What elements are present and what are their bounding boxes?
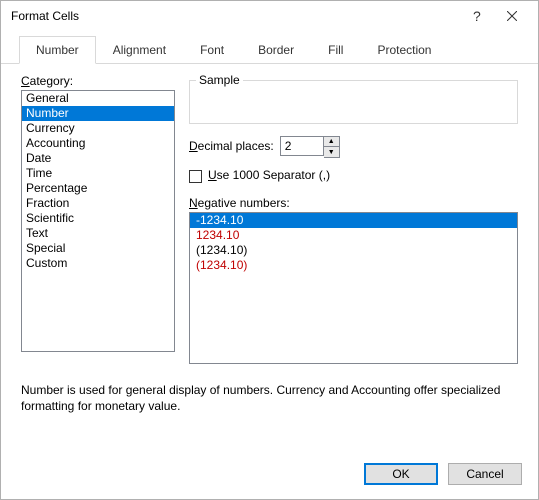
category-item[interactable]: Scientific	[22, 211, 174, 226]
tab-strip: NumberAlignmentFontBorderFillProtection	[1, 31, 538, 64]
tab-fill[interactable]: Fill	[311, 36, 360, 64]
decimal-places-spinner[interactable]: ▲ ▼	[280, 136, 340, 158]
category-item[interactable]: Accounting	[22, 136, 174, 151]
dialog-body: Category: GeneralNumberCurrencyAccountin…	[1, 64, 538, 451]
negative-format-item[interactable]: 1234.10	[190, 228, 517, 243]
sample-group: Sample	[189, 80, 518, 124]
ok-button[interactable]: OK	[364, 463, 438, 485]
format-cells-dialog: Format Cells ? NumberAlignmentFontBorder…	[0, 0, 539, 500]
negative-format-item[interactable]: (1234.10)	[190, 243, 517, 258]
negative-format-item[interactable]: -1234.10	[190, 213, 517, 228]
category-label: Category:	[21, 74, 175, 88]
tab-font[interactable]: Font	[183, 36, 241, 64]
close-button[interactable]	[494, 11, 530, 21]
sample-label: Sample	[196, 73, 243, 87]
tab-border[interactable]: Border	[241, 36, 311, 64]
category-item[interactable]: General	[22, 91, 174, 106]
negative-numbers-label: Negative numbers:	[189, 196, 518, 210]
cancel-button[interactable]: Cancel	[448, 463, 522, 485]
negative-numbers-listbox[interactable]: -1234.101234.10(1234.10)(1234.10)	[189, 212, 518, 364]
category-item[interactable]: Custom	[22, 256, 174, 271]
category-item[interactable]: Text	[22, 226, 174, 241]
spinner-down[interactable]: ▼	[324, 147, 339, 157]
dialog-title: Format Cells	[11, 9, 458, 23]
category-item[interactable]: Date	[22, 151, 174, 166]
help-button[interactable]: ?	[458, 9, 494, 23]
category-item[interactable]: Number	[22, 106, 174, 121]
thousand-separator-label: Use 1000 Separator (,)	[208, 168, 330, 182]
tab-number[interactable]: Number	[19, 36, 96, 64]
decimal-places-label: Decimal places:	[189, 139, 274, 153]
decimal-places-input[interactable]	[280, 136, 324, 156]
category-item[interactable]: Time	[22, 166, 174, 181]
category-item[interactable]: Percentage	[22, 181, 174, 196]
spinner-up[interactable]: ▲	[324, 137, 339, 147]
tab-protection[interactable]: Protection	[360, 36, 448, 64]
category-item[interactable]: Special	[22, 241, 174, 256]
category-listbox[interactable]: GeneralNumberCurrencyAccountingDateTimeP…	[21, 90, 175, 352]
negative-format-item[interactable]: (1234.10)	[190, 258, 517, 273]
tab-alignment[interactable]: Alignment	[96, 36, 183, 64]
thousand-separator-checkbox[interactable]	[189, 170, 202, 183]
titlebar: Format Cells ?	[1, 1, 538, 31]
svg-text:?: ?	[473, 9, 481, 23]
category-item[interactable]: Fraction	[22, 196, 174, 211]
category-description: Number is used for general display of nu…	[21, 382, 518, 414]
dialog-footer: OK Cancel	[1, 451, 538, 499]
category-item[interactable]: Currency	[22, 121, 174, 136]
